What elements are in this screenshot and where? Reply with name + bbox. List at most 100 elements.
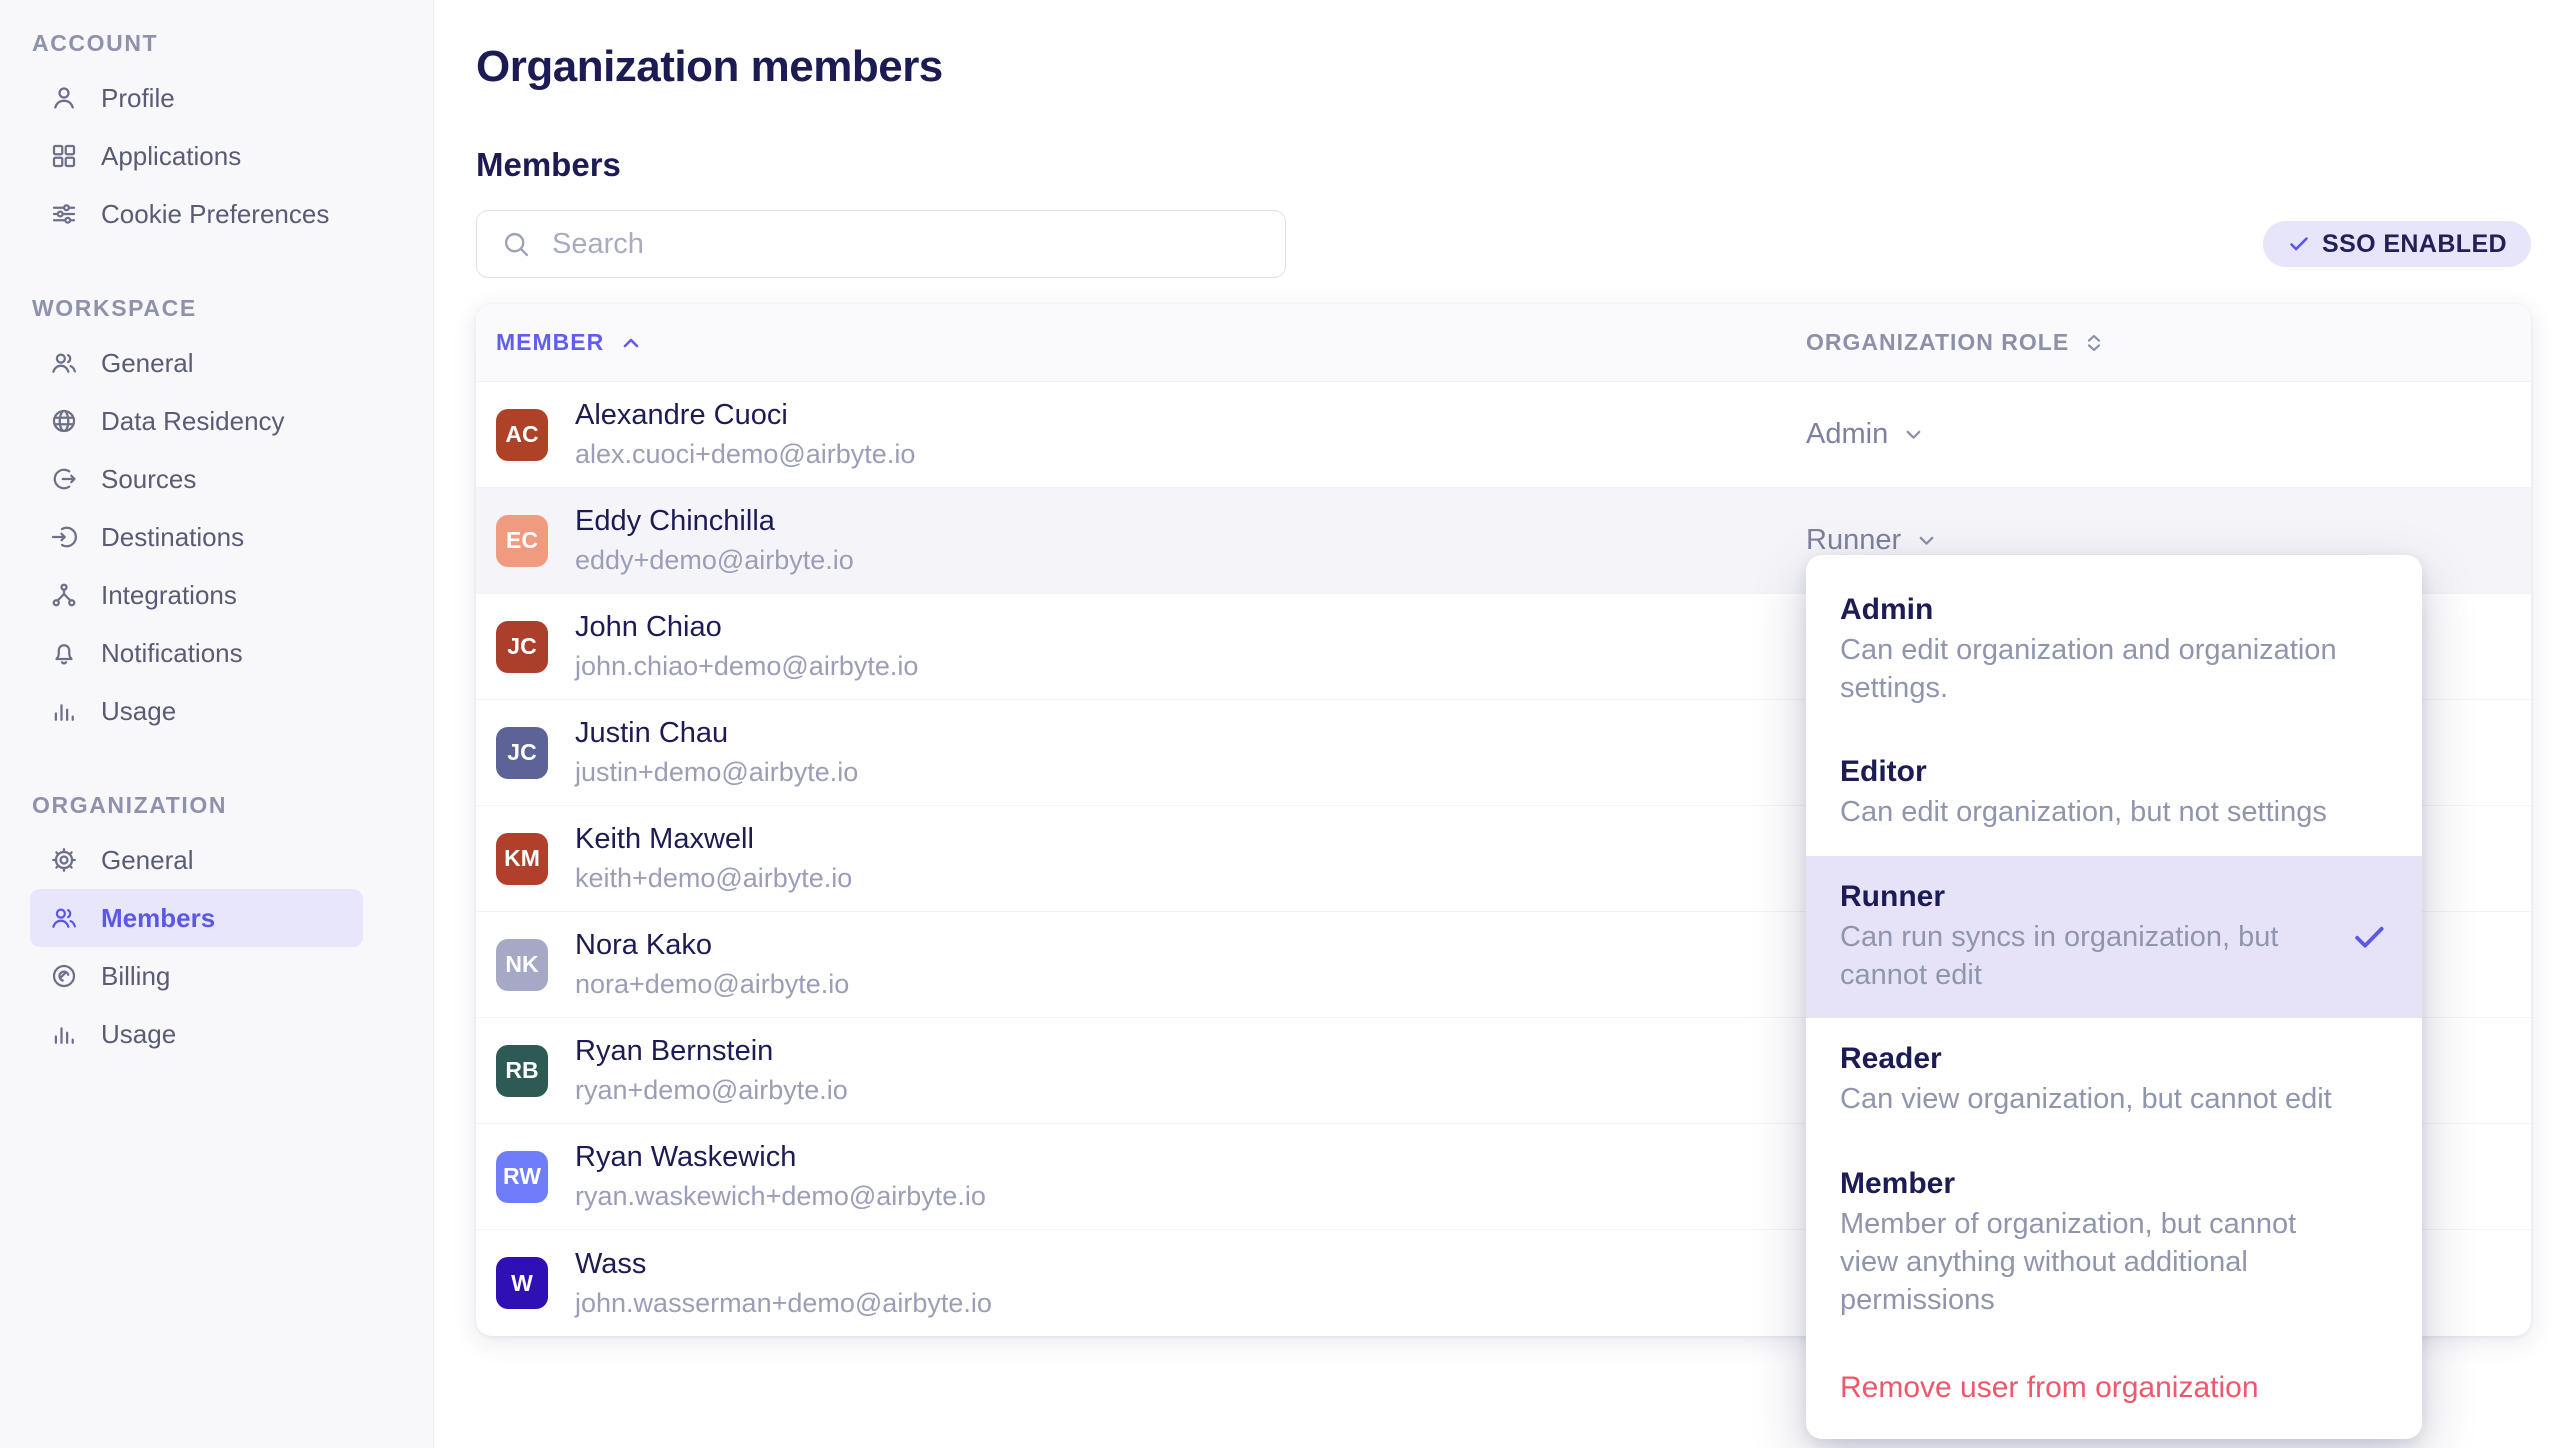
page-title: Organization members: [476, 42, 2531, 92]
sidebar-item-label: Integrations: [101, 580, 237, 611]
member-name: Alexandre Cuoci: [575, 399, 915, 432]
role-option-reader[interactable]: Reader Can view organization, but cannot…: [1806, 1018, 2422, 1143]
search-input[interactable]: [476, 210, 1286, 278]
member-email: nora+demo@airbyte.io: [575, 969, 849, 1000]
section-label-account: ACCOUNT: [32, 30, 433, 57]
avatar: RB: [496, 1045, 548, 1097]
sidebar-item-label: Usage: [101, 696, 176, 727]
member-name: Ryan Bernstein: [575, 1035, 848, 1068]
role-option-admin[interactable]: Admin Can edit organization and organiza…: [1806, 569, 2422, 731]
bell-icon: [49, 638, 79, 668]
sidebar-item-workspace-usage[interactable]: Usage: [0, 682, 433, 740]
column-header-organization-role[interactable]: ORGANIZATION ROLE: [1806, 329, 2106, 356]
sidebar-item-workspace-general[interactable]: General: [0, 334, 433, 392]
gear-icon: [49, 845, 79, 875]
sidebar-item-data-residency[interactable]: Data Residency: [0, 392, 433, 450]
sidebar-section-organization: ORGANIZATION General Members Billing Usa…: [0, 792, 433, 1063]
sidebar-item-members[interactable]: Members: [30, 889, 363, 947]
member-email: keith+demo@airbyte.io: [575, 863, 852, 894]
users-icon: [49, 903, 79, 933]
member-name: Nora Kako: [575, 929, 849, 962]
member-name: Wass: [575, 1248, 992, 1281]
member-email: alex.cuoci+demo@airbyte.io: [575, 439, 915, 470]
avatar: RW: [496, 1151, 548, 1203]
sidebar-item-label: Notifications: [101, 638, 243, 669]
sliders-icon: [49, 199, 79, 229]
sidebar-item-integrations[interactable]: Integrations: [0, 566, 433, 624]
sidebar-section-workspace: WORKSPACE General Data Residency Sources…: [0, 295, 433, 740]
avatar: EC: [496, 515, 548, 567]
member-name: Keith Maxwell: [575, 823, 852, 856]
members-toolbar: SSO ENABLED: [476, 210, 2531, 278]
sidebar-item-label: Members: [101, 903, 215, 934]
sidebar-item-label: Data Residency: [101, 406, 285, 437]
role-select-open[interactable]: Runner: [1806, 524, 1939, 557]
sidebar-item-label: Applications: [101, 141, 241, 172]
sidebar-item-organization-usage[interactable]: Usage: [0, 1005, 433, 1063]
members-heading: Members: [476, 146, 2531, 184]
globe-icon: [49, 406, 79, 436]
sidebar-item-sources[interactable]: Sources: [0, 450, 433, 508]
sidebar-section-account: ACCOUNT Profile Applications Cookie Pref…: [0, 30, 433, 243]
settings-sidebar: ACCOUNT Profile Applications Cookie Pref…: [0, 0, 434, 1448]
nodes-icon: [49, 580, 79, 610]
sidebar-item-billing[interactable]: Billing: [0, 947, 433, 1005]
sidebar-item-label: Billing: [101, 961, 170, 992]
sidebar-item-notifications[interactable]: Notifications: [0, 624, 433, 682]
sso-badge-label: SSO ENABLED: [2322, 230, 2507, 259]
sidebar-item-label: Cookie Preferences: [101, 199, 329, 230]
sidebar-item-label: Sources: [101, 464, 196, 495]
sidebar-item-destinations[interactable]: Destinations: [0, 508, 433, 566]
remove-user-link[interactable]: Remove user from organization: [1806, 1343, 2422, 1429]
member-name: Eddy Chinchilla: [575, 505, 854, 538]
sidebar-item-profile[interactable]: Profile: [0, 69, 433, 127]
avatar: KM: [496, 833, 548, 885]
table-header: MEMBER ORGANIZATION ROLE: [476, 304, 2531, 382]
sidebar-item-label: Destinations: [101, 522, 244, 553]
check-icon: [2350, 918, 2388, 956]
grid-icon: [49, 141, 79, 171]
sidebar-item-cookie-preferences[interactable]: Cookie Preferences: [0, 185, 433, 243]
chevron-down-icon: [1914, 528, 1939, 553]
sidebar-item-label: General: [101, 845, 194, 876]
source-icon: [49, 464, 79, 494]
section-label-workspace: WORKSPACE: [32, 295, 433, 322]
sort-ascending-icon: [619, 331, 643, 355]
avatar: AC: [496, 409, 548, 461]
member-email: ryan.waskewich+demo@airbyte.io: [575, 1181, 986, 1212]
avatar: W: [496, 1257, 548, 1309]
role-option-runner[interactable]: Runner Can run syncs in organization, bu…: [1806, 856, 2422, 1018]
member-email: justin+demo@airbyte.io: [575, 757, 858, 788]
avatar: JC: [496, 621, 548, 673]
users-icon: [49, 348, 79, 378]
role-select[interactable]: Admin: [1806, 418, 1926, 451]
member-name: Ryan Waskewich: [575, 1141, 986, 1174]
member-name: Justin Chau: [575, 717, 858, 750]
role-dropdown-menu: Admin Can edit organization and organiza…: [1806, 555, 2422, 1439]
search-field[interactable]: [552, 228, 1262, 261]
check-icon: [2287, 232, 2311, 256]
sidebar-item-applications[interactable]: Applications: [0, 127, 433, 185]
section-label-organization: ORGANIZATION: [32, 792, 433, 819]
role-option-editor[interactable]: Editor Can edit organization, but not se…: [1806, 731, 2422, 856]
destination-icon: [49, 522, 79, 552]
user-icon: [49, 83, 79, 113]
sidebar-item-label: Usage: [101, 1019, 176, 1050]
member-row: AC Alexandre Cuoci alex.cuoci+demo@airby…: [476, 382, 2531, 488]
avatar: JC: [496, 727, 548, 779]
sso-enabled-badge: SSO ENABLED: [2263, 221, 2531, 267]
sort-icon: [2082, 331, 2106, 355]
member-email: ryan+demo@airbyte.io: [575, 1075, 848, 1106]
role-option-member[interactable]: Member Member of organization, but canno…: [1806, 1143, 2422, 1343]
bar-chart-icon: [49, 1019, 79, 1049]
avatar: NK: [496, 939, 548, 991]
search-icon: [500, 228, 532, 260]
chevron-down-icon: [1901, 422, 1926, 447]
member-name: John Chiao: [575, 611, 918, 644]
sidebar-item-label: General: [101, 348, 194, 379]
member-email: eddy+demo@airbyte.io: [575, 545, 854, 576]
member-email: john.wasserman+demo@airbyte.io: [575, 1288, 992, 1319]
sidebar-item-label: Profile: [101, 83, 175, 114]
column-header-member[interactable]: MEMBER: [496, 329, 1806, 356]
sidebar-item-organization-general[interactable]: General: [0, 831, 433, 889]
